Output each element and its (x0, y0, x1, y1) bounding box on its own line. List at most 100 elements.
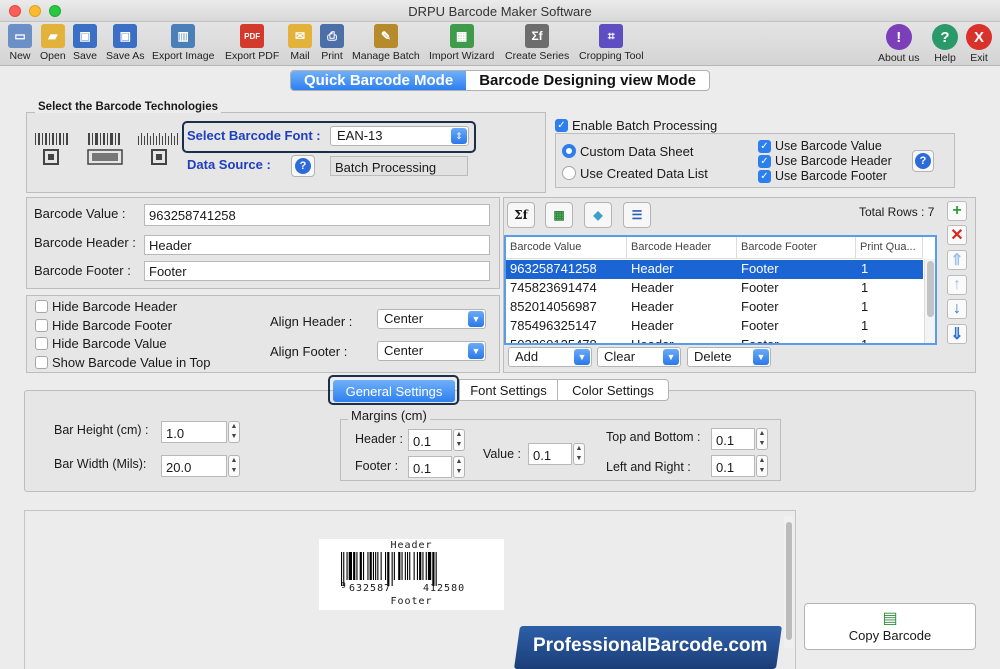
bar-height-stepper[interactable]: ▲ ▼ (228, 421, 240, 443)
arrow-up-icon: ↑ (953, 276, 961, 293)
bar-width-input[interactable]: 20.0 (161, 455, 227, 477)
barcode-value-input[interactable]: 963258741258 (144, 204, 490, 226)
import-wizard-button[interactable]: ▦ Import Wizard (429, 24, 494, 62)
grid-scrollbar[interactable] (924, 259, 935, 343)
margin-value-input[interactable]: 0.1 (528, 443, 572, 465)
barcode-header-label: Barcode Header : (34, 235, 136, 250)
table-row[interactable]: 852014056987 Header Footer 1 (506, 298, 923, 317)
margin-leftright-stepper[interactable]: ▲ ▼ (756, 455, 768, 477)
batch-data-grid[interactable]: Barcode Value Barcode Header Barcode Foo… (504, 235, 937, 345)
create-series-icon: Σf (525, 24, 550, 48)
move-bottom-button[interactable]: ⇓ (947, 324, 967, 344)
barcode-value-label: Barcode Value : (34, 206, 126, 221)
move-down-button[interactable]: ↓ (947, 299, 967, 319)
clear-dropdown[interactable]: Clear ▼ (597, 347, 681, 367)
import-excel-button[interactable]: ▦ (545, 202, 573, 228)
table-row[interactable]: 502360125478 Header Footer 1 (506, 336, 923, 343)
barcode-header-input[interactable]: Header (144, 235, 490, 255)
toolbar-label: Export PDF (225, 50, 280, 62)
move-top-button[interactable]: ⇑ (947, 250, 967, 270)
arrow-down-icon: ⇓ (950, 326, 964, 343)
add-dropdown[interactable]: Add ▼ (508, 347, 592, 367)
move-up-button[interactable]: ↑ (947, 275, 967, 295)
data-source-help-button[interactable]: ? (291, 155, 315, 177)
mail-button[interactable]: ✉ Mail (288, 24, 312, 62)
margin-header-input[interactable]: 0.1 (408, 429, 452, 451)
save-as-button[interactable]: ▣ Save As (106, 24, 145, 62)
quick-barcode-mode-tab[interactable]: Quick Barcode Mode (291, 71, 467, 90)
bar-height-input[interactable]: 1.0 (161, 421, 227, 443)
preview-scrollbar[interactable] (784, 516, 793, 648)
tab-general-settings[interactable]: General Settings (333, 380, 455, 402)
cropping-tool-button[interactable]: ⌗ Cropping Tool (579, 24, 644, 62)
barcode-font-select[interactable]: EAN-13 ⇕ (330, 126, 469, 146)
designing-view-mode-tab[interactable]: Barcode Designing view Mode (466, 71, 709, 90)
export-image-button[interactable]: ▥ Export Image (152, 24, 214, 62)
hide-header-checkbox[interactable] (35, 300, 48, 313)
show-value-top-checkbox[interactable] (35, 356, 48, 369)
table-row[interactable]: 745823691474 Header Footer 1 (506, 279, 923, 298)
table-cell: 852014056987 (510, 299, 597, 314)
print-button[interactable]: ⎙ Print (320, 24, 344, 62)
save-button[interactable]: ▣ Save (73, 24, 97, 62)
toolbar-label: Exit (970, 52, 988, 64)
table-row[interactable]: 785496325147 Header Footer 1 (506, 317, 923, 336)
hide-value-checkbox[interactable] (35, 337, 48, 350)
export-list-button[interactable]: ☰ (623, 202, 651, 228)
arrow-down-icon: ↓ (953, 300, 961, 317)
margin-topbottom-stepper[interactable]: ▲ ▼ (756, 428, 768, 450)
tab-font-settings[interactable]: Font Settings (459, 379, 557, 401)
margin-footer-input[interactable]: 0.1 (408, 456, 452, 478)
column-header[interactable]: Print Qua... (856, 237, 923, 259)
margin-topbottom-input[interactable]: 0.1 (711, 428, 755, 450)
copy-barcode-icon: ▤ (882, 610, 898, 627)
column-header[interactable]: Barcode Header (627, 237, 737, 259)
bar-width-stepper[interactable]: ▲ ▼ (228, 455, 240, 477)
delete-row-button[interactable]: ✕ (947, 225, 967, 245)
margin-leftright-input[interactable]: 0.1 (711, 455, 755, 477)
use-barcode-footer-checkbox[interactable]: ✓ (758, 170, 771, 183)
exit-button[interactable]: X Exit (966, 24, 992, 64)
manage-batch-button[interactable]: ✎ Manage Batch (352, 24, 420, 62)
data-source-field: Batch Processing (330, 156, 468, 176)
preview-digit-group-2: 412580 (423, 583, 466, 594)
open-button[interactable]: ▰ Open (40, 24, 66, 62)
align-header-select[interactable]: Center ▼ (377, 309, 486, 329)
margin-header-stepper[interactable]: ▲ ▼ (453, 429, 465, 451)
delete-dropdown[interactable]: Delete ▼ (687, 347, 771, 367)
export-pdf-icon: PDF (240, 24, 265, 48)
column-header[interactable]: Barcode Value (506, 237, 627, 259)
barcode-footer-input[interactable]: Footer (144, 261, 490, 281)
use-barcode-value-checkbox[interactable]: ✓ (758, 140, 771, 153)
enable-batch-checkbox[interactable]: ✓ (555, 119, 568, 132)
create-series-button[interactable]: Σf Create Series (505, 24, 569, 62)
created-data-list-radio[interactable] (562, 166, 576, 180)
help-button[interactable]: ? Help (932, 24, 958, 64)
create-series-button[interactable]: Σf (507, 202, 535, 228)
chevron-down-icon: ▼ (753, 349, 769, 365)
table-cell: Footer (741, 261, 779, 276)
add-row-button[interactable]: + (947, 201, 967, 221)
column-header[interactable]: Barcode Footer (737, 237, 856, 259)
hide-footer-checkbox[interactable] (35, 319, 48, 332)
grid-scroll-thumb[interactable] (926, 261, 934, 317)
margin-header-label: Header : (355, 432, 403, 446)
toolbar-label: Open (40, 50, 66, 62)
import-data-button[interactable]: ◆ (584, 202, 612, 228)
export-pdf-button[interactable]: PDF Export PDF (225, 24, 279, 62)
align-footer-select[interactable]: Center ▼ (377, 341, 486, 361)
sigma-function-icon: Σf (514, 208, 528, 222)
new-button[interactable]: ▭ New (8, 24, 32, 62)
table-row[interactable]: 963258741258 Header Footer 1 (506, 260, 923, 279)
copy-barcode-button[interactable]: ▤ Copy Barcode (804, 603, 976, 650)
title-bar: DRPU Barcode Maker Software (0, 0, 1000, 22)
about-us-button[interactable]: ! About us (878, 24, 919, 64)
margin-footer-stepper[interactable]: ▲ ▼ (453, 456, 465, 478)
preview-scroll-thumb[interactable] (785, 522, 792, 640)
margin-value-stepper[interactable]: ▲ ▼ (573, 443, 585, 465)
tab-color-settings[interactable]: Color Settings (557, 379, 669, 401)
question-icon: ? (295, 158, 311, 174)
custom-data-sheet-radio[interactable] (562, 144, 576, 158)
batch-help-button[interactable]: ? (912, 150, 934, 172)
use-barcode-header-checkbox[interactable]: ✓ (758, 155, 771, 168)
